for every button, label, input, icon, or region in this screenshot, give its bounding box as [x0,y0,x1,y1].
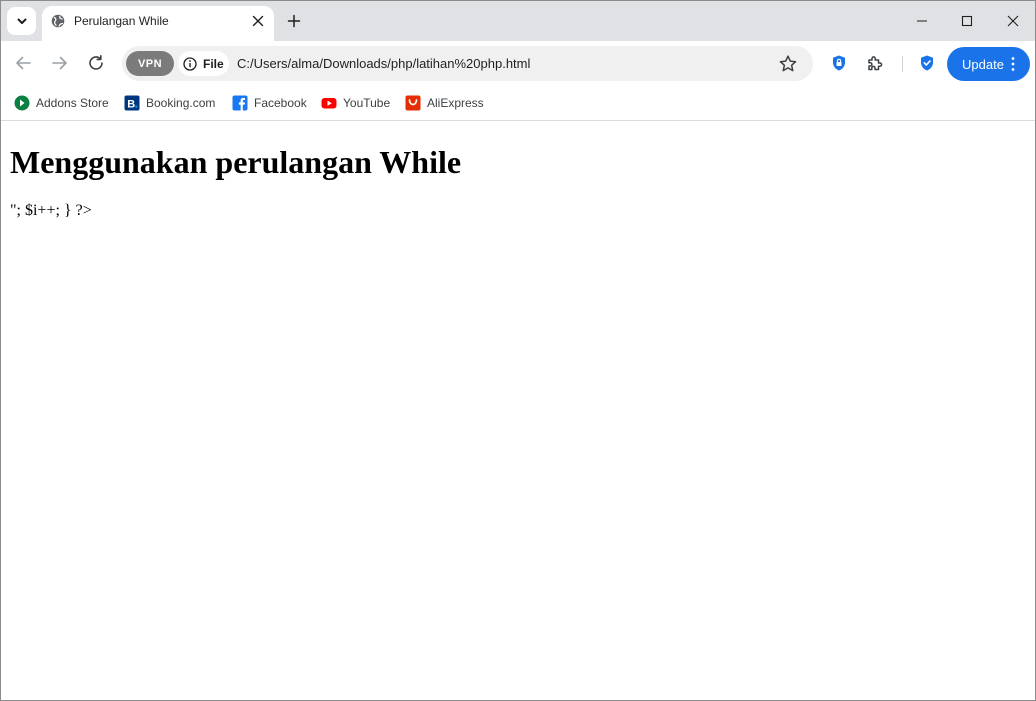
reload-button[interactable] [85,52,107,74]
globe-icon [51,14,65,28]
vpn-shield-extension[interactable] [828,52,850,74]
svg-text:B: B [127,99,135,111]
url-text[interactable]: C:/Users/alma/Downloads/php/latihan%20ph… [237,56,530,71]
tab-strip: Perulangan While [1,1,1035,41]
puzzle-icon [868,56,883,71]
extensions-button[interactable] [864,52,886,74]
bookmark-facebook[interactable]: Facebook [232,93,307,113]
tab-active[interactable]: Perulangan While [42,6,274,41]
browser-window: Perulangan While VPN File C:/Users/alma/… [0,0,1036,701]
site-info-button[interactable]: File [178,51,229,76]
page-body-text: "; $i++; } ?> [10,202,92,219]
toolbar: VPN File C:/Users/alma/Downloads/php/lat… [1,41,1035,86]
vpn-label: VPN [137,57,163,70]
update-button[interactable]: Update [947,47,1030,81]
page-content: Menggunakan perulangan While "; $i++; } … [1,122,1035,700]
minimize-icon [917,20,927,22]
close-window-button[interactable] [1003,11,1023,31]
bookmark-aliexpress[interactable]: AliExpress [405,93,484,113]
bookmark-label: Booking.com [146,96,216,110]
minimize-button[interactable] [912,11,932,31]
address-bar[interactable]: VPN File C:/Users/alma/Downloads/php/lat… [122,46,813,81]
bookmark-youtube[interactable]: YouTube [321,93,390,113]
bookmark-booking[interactable]: B Booking.com [124,93,215,113]
close-icon [252,15,264,27]
arrow-right-icon [52,56,67,70]
forward-button[interactable] [49,52,71,74]
facebook-icon [232,95,248,111]
update-label: Update [962,56,1004,72]
bookmark-addons-store[interactable]: Addons Store [14,93,109,113]
youtube-icon [321,95,337,111]
tab-search-button[interactable] [7,7,36,35]
star-icon[interactable] [778,54,798,74]
aliexpress-icon [405,95,421,111]
reload-icon [89,55,103,70]
back-button[interactable] [12,52,34,74]
bookmark-label: YouTube [343,96,391,110]
booking-icon: B [124,95,140,111]
info-icon [183,56,197,71]
page-heading: Menggunakan perulangan While [10,144,462,180]
addons-store-icon [14,95,30,111]
maximize-button[interactable] [957,11,977,31]
protection-shield-button[interactable] [916,52,938,74]
maximize-icon [961,15,973,27]
bookmark-label: Facebook [254,96,307,110]
bookmarks-bar: Addons Store B Booking.com Facebook YouT… [1,86,1035,121]
tab-close-button[interactable] [249,12,267,30]
toolbar-divider [902,56,903,72]
tab-title: Perulangan While [74,14,169,28]
bookmark-label: AliExpress [427,96,484,110]
chevron-down-icon [17,18,26,24]
plus-icon [287,14,301,28]
file-label: File [203,56,224,71]
close-icon [1007,15,1019,27]
arrow-left-icon [16,56,31,70]
shield-check-icon [921,55,933,71]
new-tab-button[interactable] [285,12,303,30]
bookmark-label: Addons Store [36,96,109,110]
vpn-button[interactable]: VPN [126,51,174,76]
shield-lock-icon [833,55,845,71]
more-vertical-icon [1011,57,1015,71]
